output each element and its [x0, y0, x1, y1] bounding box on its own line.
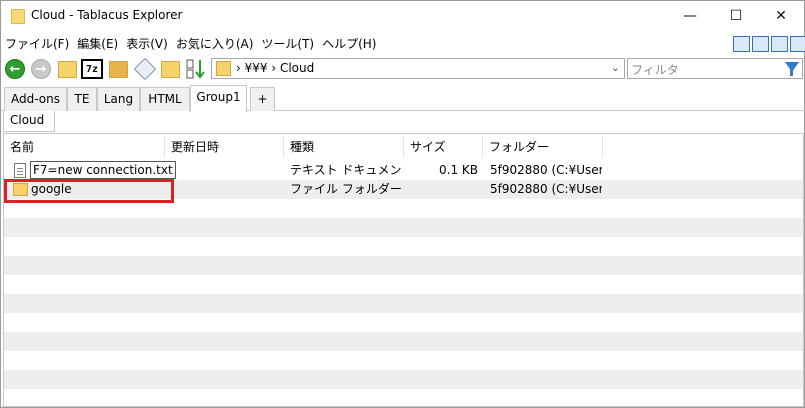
file-size — [407, 180, 478, 199]
add-tab-button[interactable]: + — [250, 87, 275, 111]
file-folder: 5f902880 (C:¥Users... — [490, 163, 602, 177]
menu-file[interactable]: ファイル(F) — [1, 34, 73, 54]
up-folder-button[interactable] — [56, 58, 78, 80]
sort-button[interactable] — [185, 58, 207, 80]
file-name: google — [31, 182, 72, 196]
up-folder-icon — [57, 60, 77, 78]
filter-placeholder: フィルタ — [631, 63, 679, 77]
back-button[interactable]: ← — [4, 58, 26, 80]
address-path: › ¥¥¥ › Cloud — [236, 61, 315, 75]
window-title: Cloud - Tablacus Explorer — [31, 8, 183, 22]
menu-view[interactable]: 表示(V) — [122, 34, 172, 54]
back-arrow-icon: ← — [5, 59, 25, 79]
minimize-button[interactable]: — — [667, 1, 713, 31]
column-folder[interactable]: フォルダー — [483, 136, 603, 158]
menu-edit[interactable]: 編集(E) — [73, 34, 122, 54]
title-bar: Cloud - Tablacus Explorer — ☐ ✕ — [1, 1, 804, 32]
list-item[interactable]: F7=new connection.txt テキスト ドキュメント 0.1 KB… — [4, 161, 803, 180]
tag-icon — [133, 57, 157, 81]
column-modified[interactable]: 更新日時 — [165, 136, 284, 158]
layout-triple-icon[interactable] — [771, 36, 788, 52]
list-item[interactable]: google ファイル フォルダー 5f902880 (C:¥Users... — [4, 180, 803, 199]
sort-icon — [186, 59, 205, 79]
column-type[interactable]: 種類 — [284, 136, 404, 158]
sevenzip-button[interactable]: 7z — [81, 58, 103, 80]
layout-split-icon[interactable] — [752, 36, 769, 52]
archive-icon — [108, 60, 128, 78]
forward-arrow-icon: → — [31, 59, 51, 79]
tab-te[interactable]: TE — [67, 87, 97, 111]
file-type: テキスト ドキュメント — [290, 163, 402, 177]
empty-row — [4, 256, 803, 275]
layout-single-icon[interactable] — [733, 36, 750, 52]
layout-quad-icon[interactable] — [790, 36, 805, 52]
menu-bar: ファイル(F) 編集(E) 表示(V) お気に入り(A) ツール(T) ヘルプ(… — [1, 34, 721, 54]
tab-html[interactable]: HTML — [140, 87, 190, 111]
empty-row — [4, 332, 803, 351]
tab-cloud[interactable]: Cloud — [3, 111, 55, 132]
column-name[interactable]: 名前 — [4, 136, 165, 158]
explorer-window: Cloud - Tablacus Explorer — ☐ ✕ ファイル(F) … — [0, 0, 805, 408]
menu-tools[interactable]: ツール(T) — [257, 34, 318, 54]
address-bar[interactable]: › ¥¥¥ › Cloud ⌄ — [211, 58, 625, 79]
file-list: 名前 更新日時 種類 サイズ フォルダー F7=new connection.t… — [3, 133, 804, 407]
new-folder-icon — [160, 60, 180, 78]
folder-icon — [11, 9, 25, 24]
empty-row — [4, 370, 803, 389]
folder-icon — [216, 61, 231, 76]
column-header: 名前 更新日時 種類 サイズ フォルダー — [4, 136, 803, 158]
file-modified — [169, 180, 279, 199]
forward-button[interactable]: → — [30, 58, 52, 80]
menu-help[interactable]: ヘルプ(H) — [318, 34, 380, 54]
tab-lang[interactable]: Lang — [97, 87, 140, 111]
sevenzip-icon: 7z — [81, 59, 103, 79]
menu-favorites[interactable]: お気に入り(A) — [172, 34, 258, 54]
filter-icon-stem — [790, 70, 793, 76]
maximize-button[interactable]: ☐ — [713, 1, 759, 31]
column-size[interactable]: サイズ — [404, 136, 483, 158]
file-type: ファイル フォルダー — [290, 182, 402, 196]
file-size: 0.1 KB — [439, 163, 478, 177]
close-button[interactable]: ✕ — [758, 1, 804, 31]
toolbar: ← → 7z › ¥¥¥ › Cloud ⌄ フィルタ — [1, 56, 805, 82]
tag-button[interactable] — [133, 57, 157, 81]
folder-icon — [13, 183, 28, 196]
tab-add-ons[interactable]: Add-ons — [4, 87, 67, 111]
tab-bar: Add-ons TE Lang HTML Group1 + — [1, 85, 805, 112]
new-folder-button[interactable] — [159, 58, 181, 80]
file-modified — [169, 161, 279, 180]
tab-group1[interactable]: Group1 — [190, 85, 247, 112]
rename-field[interactable]: F7=new connection.txt — [30, 161, 176, 179]
empty-row — [4, 294, 803, 313]
file-folder: 5f902880 (C:¥Users... — [490, 182, 602, 196]
layout-switcher — [733, 36, 805, 52]
text-file-icon — [14, 163, 26, 178]
chevron-down-icon[interactable]: ⌄ — [611, 61, 620, 74]
filter-input[interactable]: フィルタ — [627, 58, 803, 79]
empty-row — [4, 218, 803, 237]
archive-button[interactable] — [107, 58, 129, 80]
